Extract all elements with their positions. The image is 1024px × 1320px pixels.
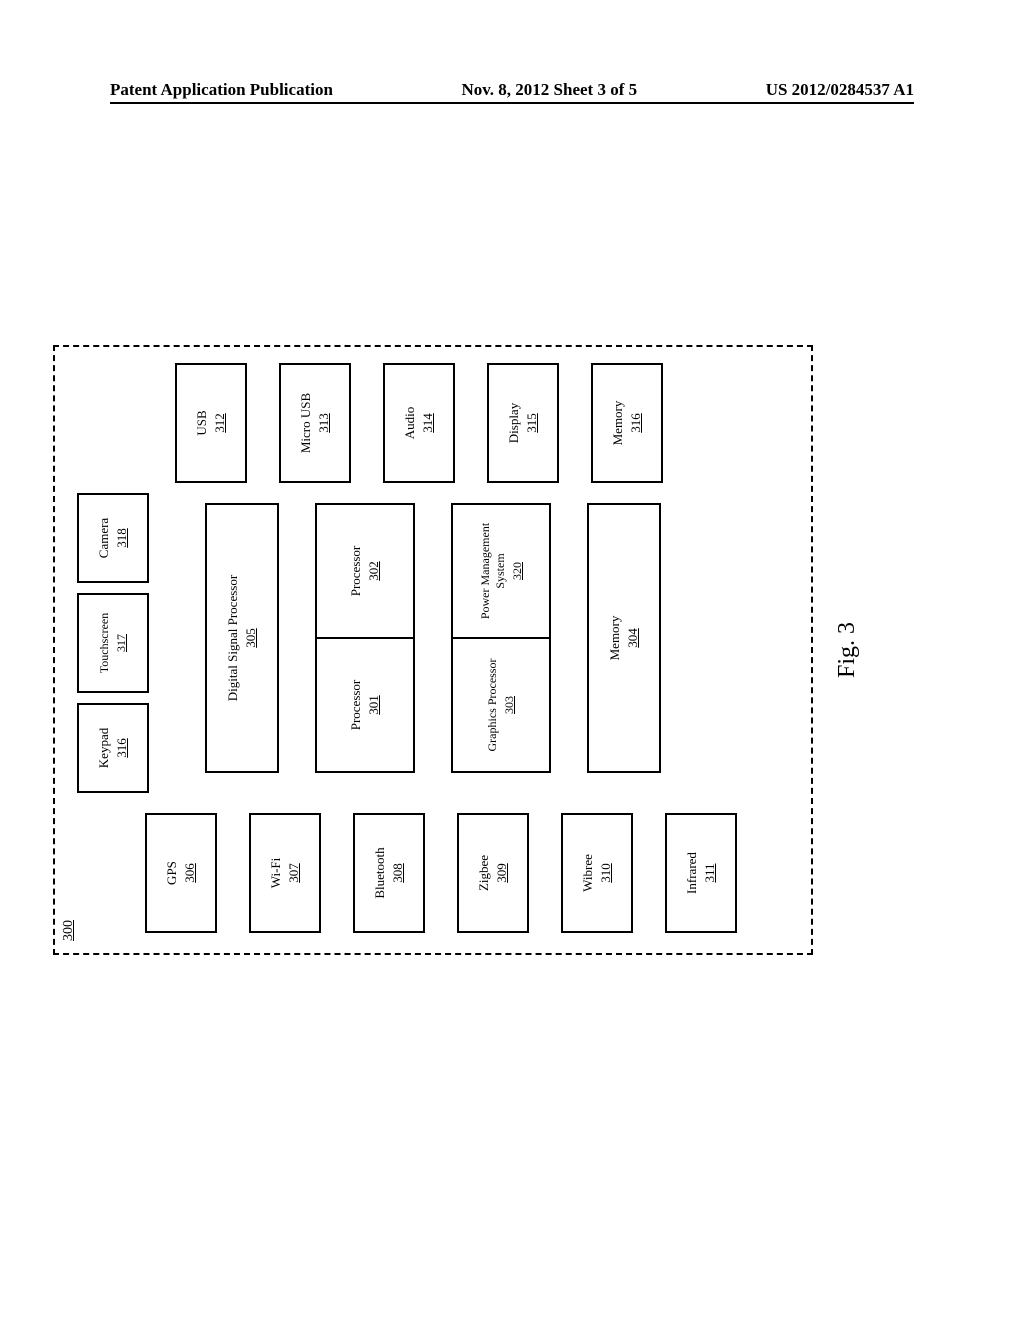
block-memory: Memory 316: [591, 363, 663, 483]
block-microusb: Micro USB 313: [279, 363, 351, 483]
block-zigbee-label: Zigbee: [476, 855, 492, 891]
block-camera-ref: 318: [114, 528, 130, 548]
block-touchscreen-label: Touchscreen: [97, 613, 112, 673]
block-proc1-ref: 301: [366, 695, 382, 715]
block-memory-main-label: Memory: [607, 616, 623, 661]
block-gfx: Graphics Processor 303: [453, 639, 549, 771]
block-gps: GPS 306: [145, 813, 217, 933]
block-proc1-label: Processor: [348, 680, 364, 731]
block-touchscreen: Touchscreen 317: [77, 593, 149, 693]
block-wibree-ref: 310: [598, 863, 614, 883]
block-dsp-label: Digital Signal Processor: [225, 575, 241, 701]
block-infrared-label: Infrared: [684, 852, 700, 894]
block-gfx-label: Graphics Processor: [485, 659, 500, 752]
block-microusb-label: Micro USB: [298, 393, 314, 453]
block-display-label: Display: [506, 403, 522, 443]
header-center: Nov. 8, 2012 Sheet 3 of 5: [461, 80, 637, 100]
block-wifi-ref: 307: [286, 863, 302, 883]
block-gps-ref: 306: [182, 863, 198, 883]
page-header: Patent Application Publication Nov. 8, 2…: [0, 80, 1024, 100]
block-microusb-ref: 313: [316, 413, 332, 433]
block-wibree-label: Wibree: [580, 854, 596, 892]
block-memory-ref: 316: [628, 413, 644, 433]
block-usb-label: USB: [194, 410, 210, 435]
block-memory-main: Memory 304: [587, 503, 661, 773]
header-left: Patent Application Publication: [110, 80, 333, 100]
block-pms-ref: 320: [510, 562, 525, 580]
block-memory-main-ref: 304: [625, 628, 641, 648]
block-infrared: Infrared 311: [665, 813, 737, 933]
block-usb: USB 312: [175, 363, 247, 483]
block-infrared-ref: 311: [702, 863, 718, 882]
block-proc2-label: Processor: [348, 546, 364, 597]
block-gfx-pms: Graphics Processor 303 Power Management …: [451, 503, 551, 773]
block-bluetooth-label: Bluetooth: [372, 847, 388, 898]
block-wibree: Wibree 310: [561, 813, 633, 933]
block-audio-ref: 314: [420, 413, 436, 433]
block-gfx-ref: 303: [502, 696, 517, 714]
block-zigbee-ref: 309: [494, 863, 510, 883]
block-usb-ref: 312: [212, 413, 228, 433]
device-container: 300 GPS 306 Wi-Fi 307 Bluetooth 308 Zigb…: [53, 345, 813, 955]
block-gps-label: GPS: [164, 861, 180, 885]
block-keypad: Keypad 316: [77, 703, 149, 793]
block-display-ref: 315: [524, 413, 540, 433]
header-right: US 2012/0284537 A1: [766, 80, 914, 100]
block-zigbee: Zigbee 309: [457, 813, 529, 933]
block-pms-label: Power Management System: [478, 509, 508, 633]
block-dsp-ref: 305: [243, 628, 259, 648]
block-keypad-ref: 316: [114, 738, 130, 758]
device-ref: 300: [61, 920, 77, 941]
block-proc2: Processor 302: [317, 505, 413, 639]
block-memory-label: Memory: [610, 401, 626, 446]
block-audio: Audio 314: [383, 363, 455, 483]
block-audio-label: Audio: [402, 407, 418, 440]
header-rule: [110, 102, 914, 104]
block-camera: Camera 318: [77, 493, 149, 583]
block-proc2-ref: 302: [366, 561, 382, 581]
block-wifi: Wi-Fi 307: [249, 813, 321, 933]
block-touchscreen-ref: 317: [114, 634, 129, 652]
block-keypad-label: Keypad: [96, 728, 112, 768]
block-display: Display 315: [487, 363, 559, 483]
figure-label: Fig. 3: [834, 622, 861, 678]
block-pms: Power Management System 320: [453, 505, 549, 639]
block-dsp: Digital Signal Processor 305: [205, 503, 279, 773]
block-proc1: Processor 301: [317, 639, 413, 771]
block-processors: Processor 301 Processor 302: [315, 503, 415, 773]
figure-area: 300 GPS 306 Wi-Fi 307 Bluetooth 308 Zigb…: [53, 345, 813, 955]
block-wifi-label: Wi-Fi: [268, 858, 284, 889]
block-camera-label: Camera: [96, 518, 112, 558]
block-bluetooth: Bluetooth 308: [353, 813, 425, 933]
block-bluetooth-ref: 308: [390, 863, 406, 883]
